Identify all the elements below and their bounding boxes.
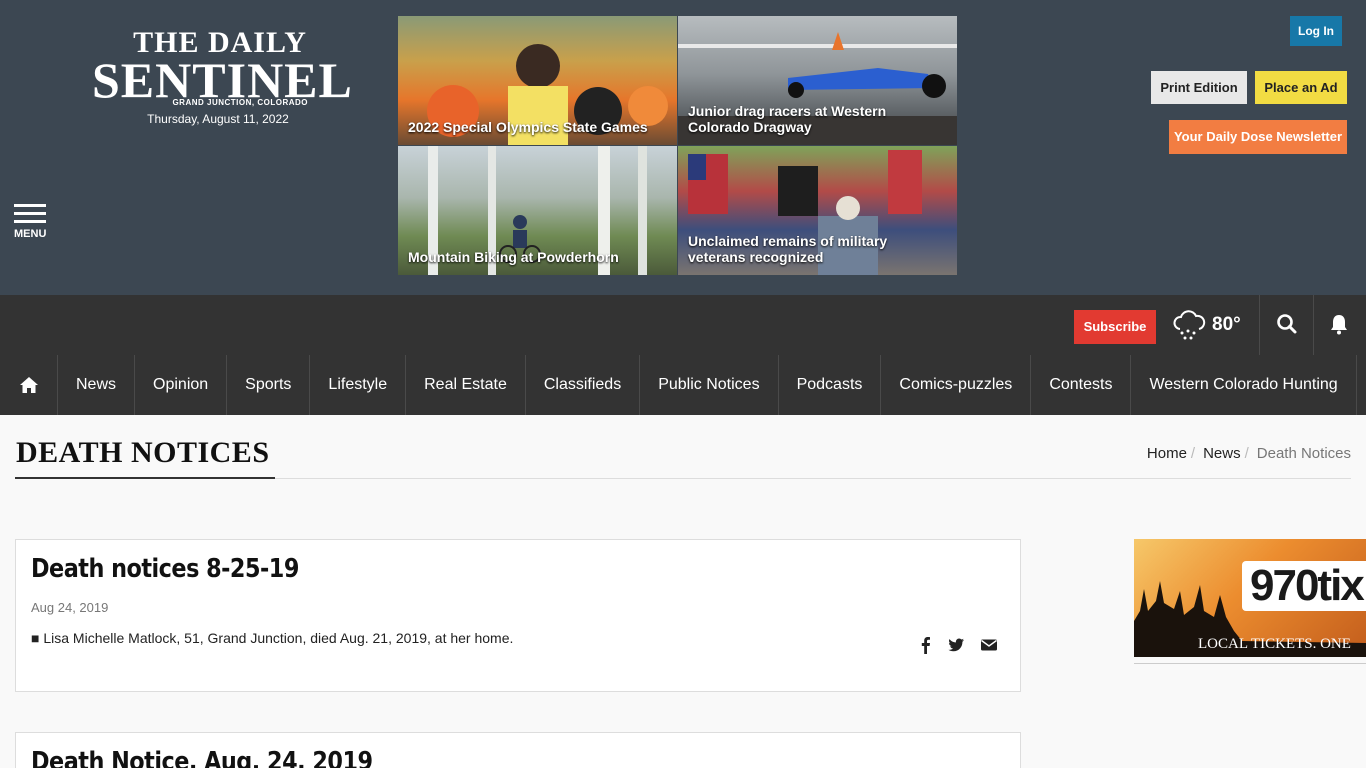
site-logo[interactable]: THE DAILY SENTINEL GRAND JUNCTION, COLOR… (92, 28, 353, 108)
featured-tile[interactable]: 2022 Special Olympics State Games (398, 16, 677, 145)
ad-tagline: LOCAL TICKETS. ONE (1198, 636, 1351, 652)
nav-item-classifieds[interactable]: Classifieds (526, 355, 641, 415)
menu-button[interactable]: MENU (14, 204, 48, 240)
sidebar-ad[interactable]: 970tix LOCAL TICKETS. ONE (1134, 539, 1366, 657)
sidebar-divider (1134, 663, 1366, 664)
breadcrumb-separator: / (1244, 445, 1249, 462)
bell-icon[interactable] (1329, 313, 1349, 335)
menu-label: MENU (14, 228, 47, 240)
main-nav: News Opinion Sports Lifestyle Real Estat… (0, 355, 1366, 415)
newsletter-button[interactable]: Your Daily Dose Newsletter (1169, 120, 1347, 154)
article-summary: ■ Lisa Michelle Matlock, 51, Grand Junct… (31, 630, 514, 646)
snow-cloud-icon (1173, 310, 1206, 340)
nav-item-real-estate[interactable]: Real Estate (406, 355, 526, 415)
breadcrumb: Home / News / Death Notices (1147, 445, 1351, 462)
search-icon[interactable] (1276, 313, 1298, 335)
divider (1259, 295, 1260, 355)
featured-caption: 2022 Special Olympics State Games (408, 119, 648, 135)
weather-widget[interactable]: 80° (1172, 307, 1241, 343)
masthead: THE DAILY SENTINEL GRAND JUNCTION, COLOR… (0, 0, 1366, 295)
featured-photo-grid: 2022 Special Olympics State Games Junior… (398, 16, 958, 276)
ad-logo: 970tix (1242, 561, 1366, 611)
breadcrumb-current: Death Notices (1256, 445, 1351, 462)
article-card: Death Notice, Aug. 24, 2019 (15, 732, 1021, 768)
article-title[interactable]: Death Notice, Aug. 24, 2019 (31, 747, 373, 768)
nav-item-comics-puzzles[interactable]: Comics-puzzles (881, 355, 1032, 415)
featured-tile[interactable]: Unclaimed remains of military veterans r… (678, 146, 957, 275)
nav-item-opinion[interactable]: Opinion (135, 355, 228, 415)
nav-item-public-notices[interactable]: Public Notices (640, 355, 779, 415)
featured-caption: Mountain Biking at Powderhorn (408, 249, 619, 265)
print-edition-button[interactable]: Print Edition (1151, 71, 1247, 104)
home-icon (19, 377, 38, 393)
place-ad-button[interactable]: Place an Ad (1255, 71, 1347, 104)
nav-item-lifestyle[interactable]: Lifestyle (310, 355, 407, 415)
breadcrumb-news[interactable]: News (1203, 445, 1241, 462)
temperature: 80° (1212, 314, 1241, 335)
article-card: Death notices 8-25-19 Aug 24, 2019 ■ Lis… (15, 539, 1021, 692)
article-title[interactable]: Death notices 8-25-19 (31, 554, 299, 584)
title-underline (15, 477, 275, 479)
featured-caption: Junior drag racers at Western Colorado D… (688, 103, 887, 135)
nav-item-contests[interactable]: Contests (1031, 355, 1132, 415)
featured-tile[interactable]: Junior drag racers at Western Colorado D… (678, 16, 957, 145)
page-title: DEATH NOTICES (16, 436, 270, 469)
twitter-icon[interactable] (947, 636, 965, 654)
divider (1313, 295, 1314, 355)
login-button[interactable]: Log In (1290, 16, 1342, 46)
featured-caption: Unclaimed remains of military veterans r… (688, 233, 888, 265)
facebook-icon[interactable] (917, 636, 935, 654)
article-date: Aug 24, 2019 (31, 600, 109, 615)
email-icon[interactable] (980, 636, 998, 654)
logo-line-2: SENTINEL (92, 52, 353, 108)
breadcrumb-home[interactable]: Home (1147, 445, 1187, 462)
nav-home[interactable] (0, 355, 58, 415)
featured-tile[interactable]: Mountain Biking at Powderhorn (398, 146, 677, 275)
hamburger-icon (14, 204, 46, 207)
nav-item-sports[interactable]: Sports (227, 355, 311, 415)
masthead-date: Thursday, August 11, 2022 (147, 112, 289, 126)
breadcrumb-separator: / (1190, 445, 1196, 462)
nav-item-western-colorado-hunting[interactable]: Western Colorado Hunting (1131, 355, 1357, 415)
nav-item-news[interactable]: News (58, 355, 136, 415)
utility-bar: Subscribe 80° (0, 295, 1366, 355)
nav-item-podcasts[interactable]: Podcasts (779, 355, 882, 415)
subscribe-button[interactable]: Subscribe (1074, 310, 1156, 344)
heading-divider (275, 478, 1351, 479)
